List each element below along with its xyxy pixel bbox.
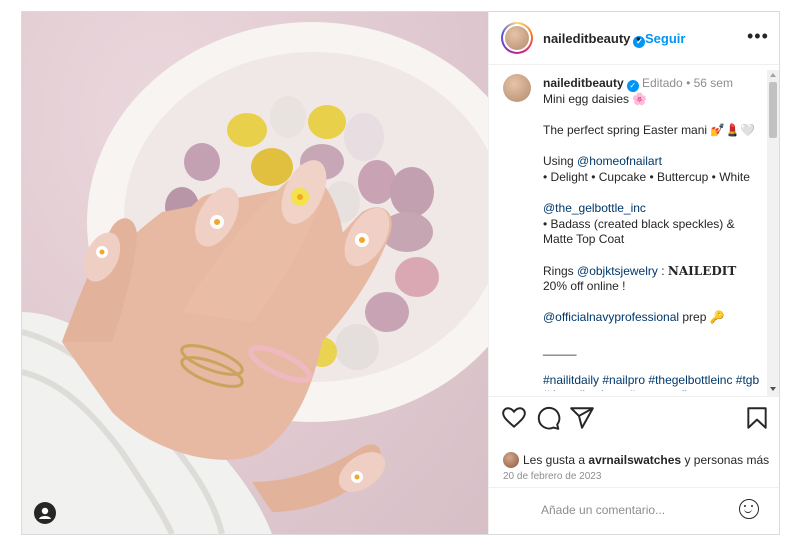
caption-line-prefix: Using <box>543 154 578 169</box>
mention-link[interactable]: @homeofnailart <box>577 154 662 168</box>
liker-username[interactable]: avrnailswatches <box>588 453 681 467</box>
liker-avatar[interactable] <box>503 452 519 468</box>
user-tag-glyph <box>39 507 51 519</box>
more-options-icon[interactable]: ••• <box>747 26 769 47</box>
likes-others[interactable]: y personas más <box>681 453 769 467</box>
scroll-down-icon[interactable] <box>770 387 776 391</box>
follow-button[interactable]: Seguir <box>645 31 685 46</box>
user-tag-icon[interactable] <box>34 502 56 524</box>
caption-area: naileditbeauty ✓ Editado • 56 sem Mini eg… <box>489 65 781 391</box>
time-ago[interactable]: 56 sem <box>694 76 733 90</box>
action-bar <box>489 396 781 446</box>
mention-link[interactable]: @the_gelbottle_inc <box>543 201 646 215</box>
header-username[interactable]: naileditbeauty ✓ <box>543 31 646 48</box>
bookmark-icon[interactable] <box>744 405 770 431</box>
caption-line: • Delight • Cupcake • Buttercup • White <box>543 169 750 184</box>
caption-line: The perfect spring Easter mani 💅💄🤍 <box>543 123 756 138</box>
post-date[interactable]: 20 de febrero de 2023 <box>503 471 601 482</box>
scroll-thumb[interactable] <box>769 82 777 138</box>
caption-line: Rings @objktsjewelry : NAILEDIT 20% off … <box>543 264 763 295</box>
mention-link[interactable]: @objktsjewelry <box>577 264 658 278</box>
brand-text: NAILEDIT <box>667 263 737 278</box>
edited-label: Editado <box>642 76 683 90</box>
caption-separator: : <box>657 263 668 278</box>
likes-prefix: Les gusta a <box>523 453 589 467</box>
verified-icon: ✓ <box>626 80 639 92</box>
caption-line-suffix: 20% off online ! <box>543 279 626 294</box>
caption-line: @the_gelbottle_inc <box>543 201 763 217</box>
scroll-up-icon[interactable] <box>770 73 776 77</box>
header-separator: • <box>636 31 641 46</box>
mention-link[interactable]: @officialnavyprofessional <box>543 310 679 324</box>
caption-line: Mini egg daisies 🌸 <box>543 92 648 106</box>
caption-separator: • <box>686 76 691 90</box>
comment-box: Añade un comentario... <box>489 487 781 534</box>
caption-line: • Badass (created black speckles) & Matt… <box>543 216 735 247</box>
caption-username[interactable]: naileditbeauty <box>543 76 624 90</box>
hashtags[interactable]: #nailitdaily #nailpro #thegelbottleinc #… <box>543 373 763 391</box>
header-username-text: naileditbeauty <box>543 31 631 46</box>
caption-line: _____ <box>543 341 577 356</box>
share-icon[interactable] <box>569 405 595 431</box>
emoji-icon[interactable] <box>739 499 759 519</box>
caption-text: naileditbeauty ✓ Editado • 56 sem Mini eg… <box>543 76 763 391</box>
post-header: naileditbeauty ✓ • Seguir ••• <box>489 12 781 65</box>
likes-summary: Les gusta a avrnailswatches y personas m… <box>503 452 773 468</box>
heart-icon[interactable] <box>501 405 527 431</box>
caption-avatar[interactable] <box>503 74 531 102</box>
avatar <box>505 26 529 50</box>
post-photo[interactable] <box>22 12 488 534</box>
post-side-panel: naileditbeauty ✓ • Seguir ••• naileditbea… <box>488 12 781 534</box>
comment-icon[interactable] <box>535 405 561 431</box>
caption-scrollbar[interactable] <box>767 70 779 396</box>
caption-line-prefix: Rings <box>543 263 578 278</box>
caption-line-suffix: prep 🔑 <box>679 310 725 325</box>
photo-illustration <box>22 22 488 534</box>
post-modal: naileditbeauty ✓ • Seguir ••• naileditbea… <box>21 11 781 535</box>
caption-line: @officialnavyprofessional prep 🔑 <box>543 310 763 326</box>
caption-line: Using @homeofnailart <box>543 154 763 170</box>
story-avatar[interactable] <box>501 22 533 54</box>
comment-input[interactable]: Añade un comentario... <box>541 503 665 517</box>
